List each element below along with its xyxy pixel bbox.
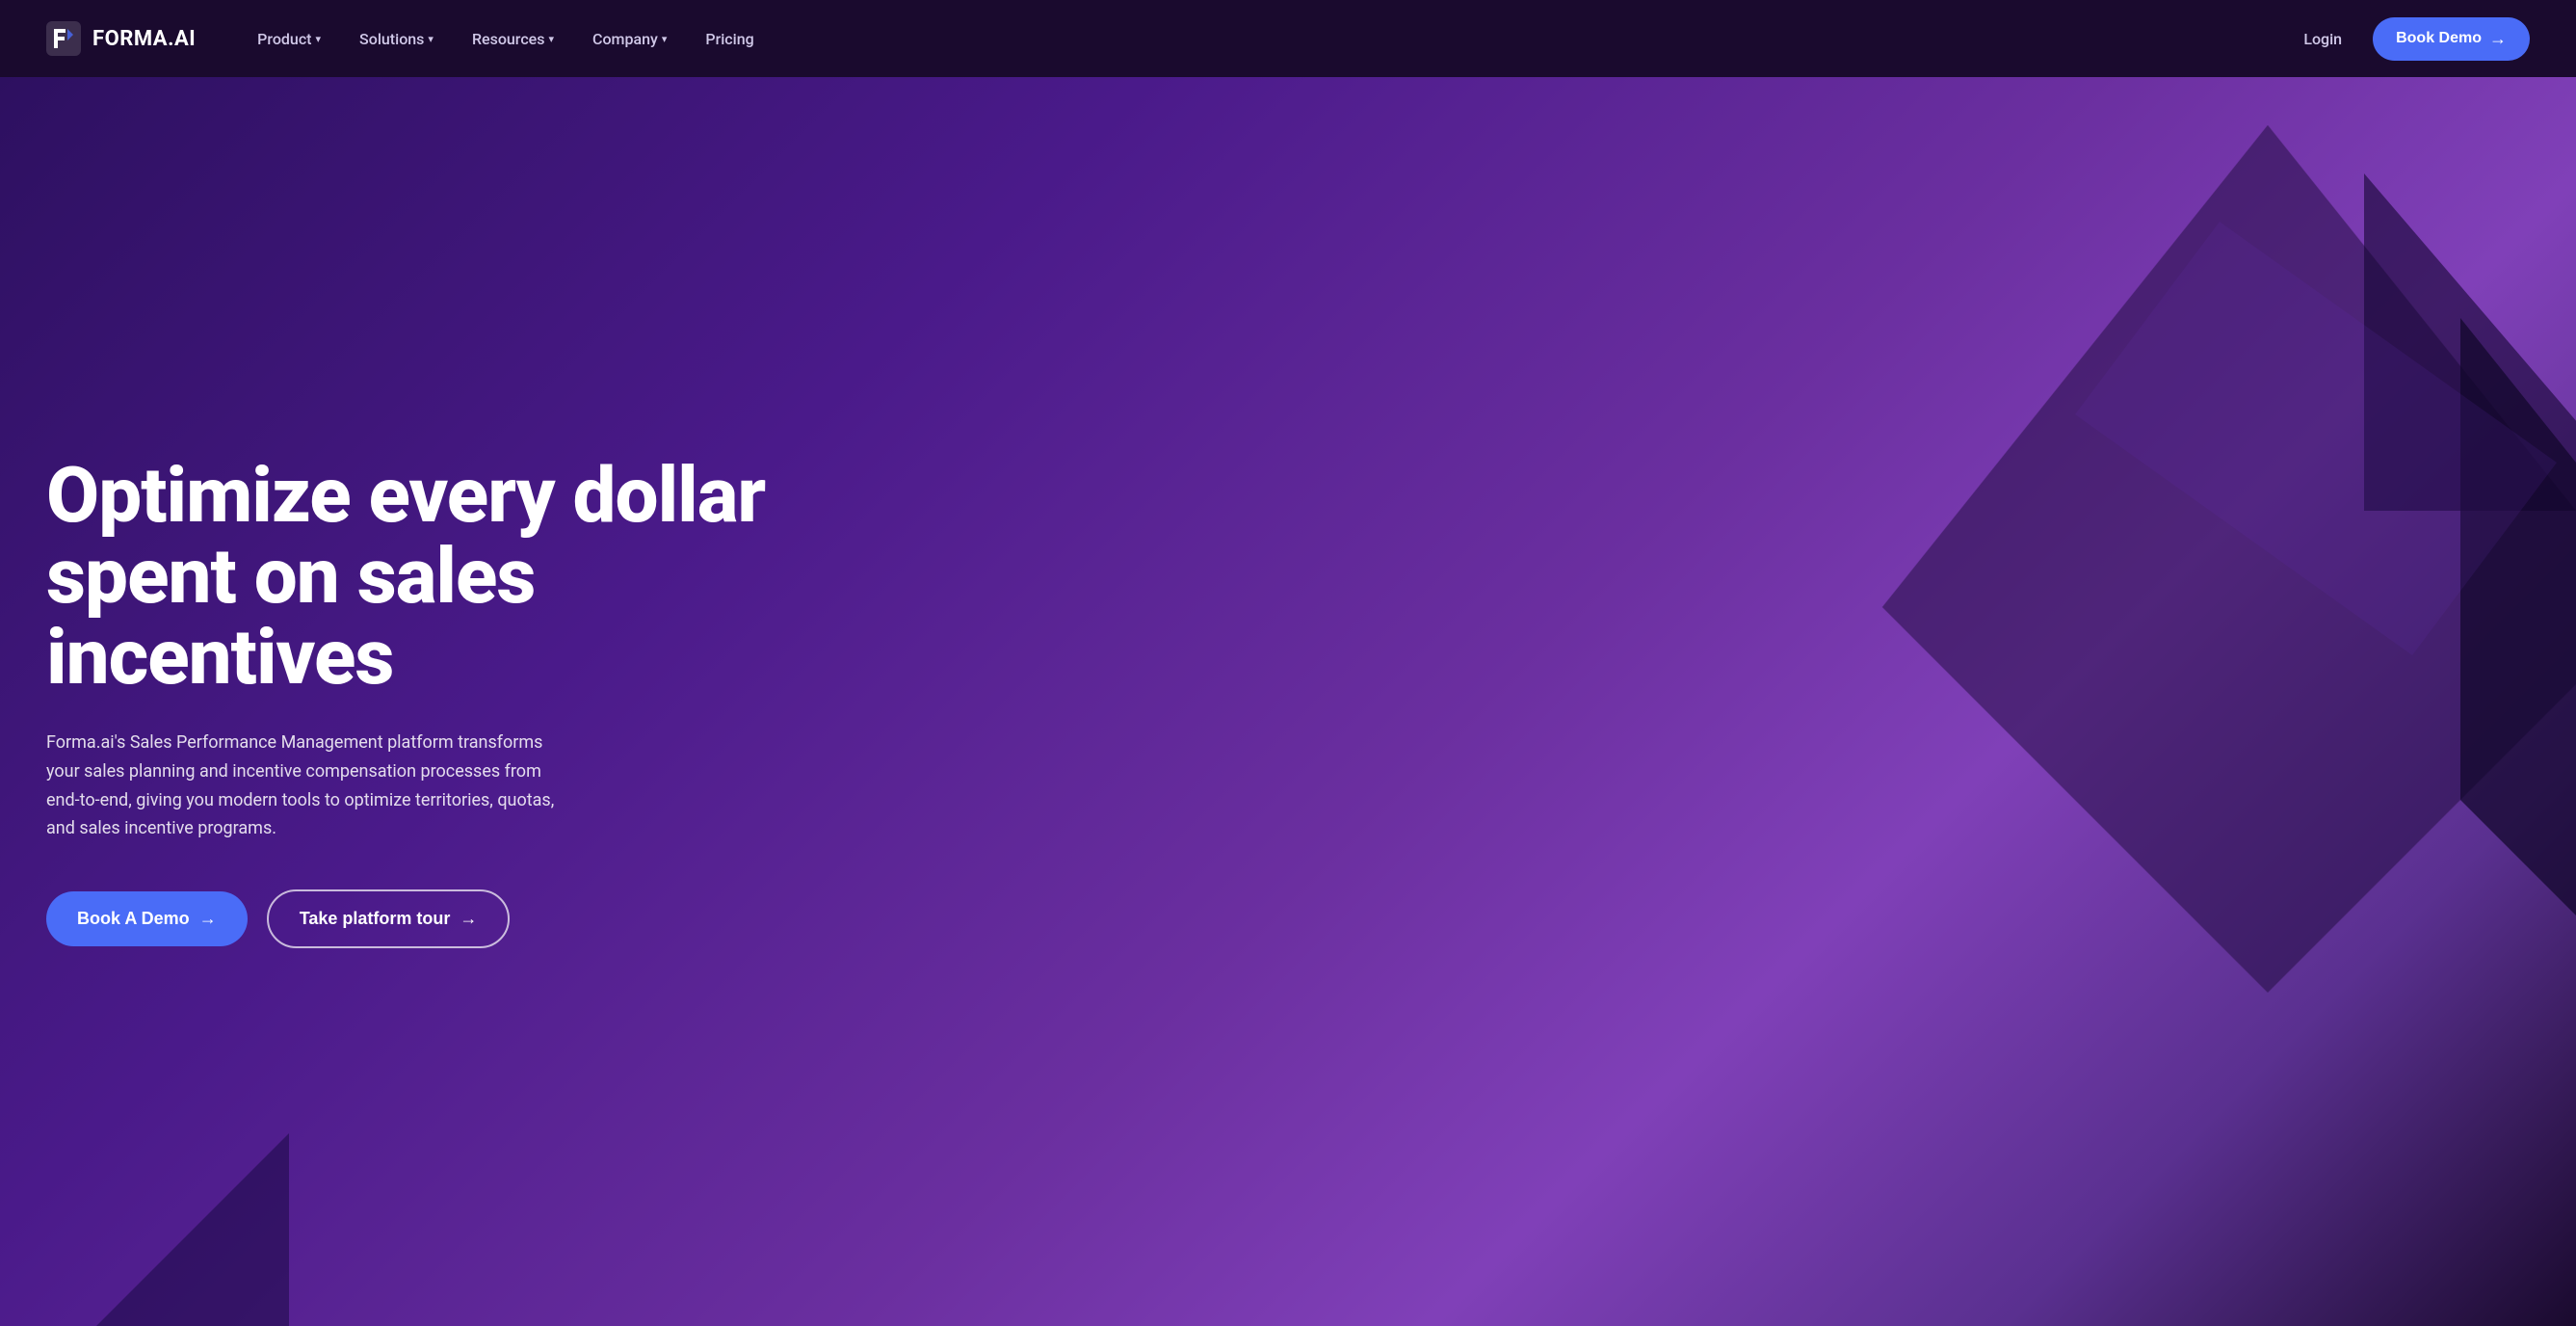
hero-buttons: Book A Demo → Take platform tour → bbox=[46, 889, 817, 948]
nav-product-label: Product bbox=[257, 30, 311, 48]
chevron-down-icon: ▾ bbox=[428, 33, 434, 45]
logo[interactable]: FORMA.AI bbox=[46, 21, 196, 56]
logo-text: FORMA.AI bbox=[92, 27, 196, 51]
nav-item-product[interactable]: Product ▾ bbox=[242, 22, 336, 56]
platform-tour-button[interactable]: Take platform tour → bbox=[267, 889, 511, 948]
nav-company-label: Company bbox=[592, 30, 658, 48]
hero-shape-right bbox=[1786, 125, 2576, 993]
nav-item-resources[interactable]: Resources ▾ bbox=[457, 22, 569, 56]
nav-item-pricing[interactable]: Pricing bbox=[690, 22, 769, 56]
chevron-down-icon: ▾ bbox=[316, 33, 322, 45]
nav-item-company[interactable]: Company ▾ bbox=[577, 22, 682, 56]
book-demo-nav-button[interactable]: Book Demo → bbox=[2373, 17, 2530, 61]
hero-headline: Optimize every dollar spent on sales inc… bbox=[46, 455, 817, 698]
hero-shape-left bbox=[0, 941, 289, 1326]
chevron-down-icon: ▾ bbox=[662, 33, 668, 45]
book-demo-hero-label: Book A Demo bbox=[77, 909, 190, 929]
nav-resources-label: Resources bbox=[472, 30, 545, 48]
hero-subtext: Forma.ai's Sales Performance Management … bbox=[46, 729, 566, 843]
logo-icon bbox=[46, 21, 81, 56]
book-demo-nav-label: Book Demo bbox=[2396, 30, 2482, 47]
nav-solutions-label: Solutions bbox=[359, 30, 424, 48]
login-button[interactable]: Login bbox=[2288, 22, 2357, 56]
hero-content: Optimize every dollar spent on sales inc… bbox=[46, 455, 817, 948]
platform-tour-label: Take platform tour bbox=[300, 909, 451, 929]
arrow-icon: → bbox=[460, 909, 477, 929]
arrow-icon: → bbox=[2489, 29, 2507, 49]
book-demo-hero-button[interactable]: Book A Demo → bbox=[46, 891, 248, 946]
nav-links: Product ▾ Solutions ▾ Resources ▾ Compan… bbox=[242, 22, 2288, 56]
navbar: FORMA.AI Product ▾ Solutions ▾ Resources… bbox=[0, 0, 2576, 77]
hero-section: Optimize every dollar spent on sales inc… bbox=[0, 77, 2576, 1326]
nav-right: Login Book Demo → bbox=[2288, 17, 2530, 61]
arrow-icon: → bbox=[199, 909, 217, 929]
nav-pricing-label: Pricing bbox=[705, 30, 753, 48]
nav-item-solutions[interactable]: Solutions ▾ bbox=[344, 22, 449, 56]
chevron-down-icon: ▾ bbox=[548, 33, 554, 45]
